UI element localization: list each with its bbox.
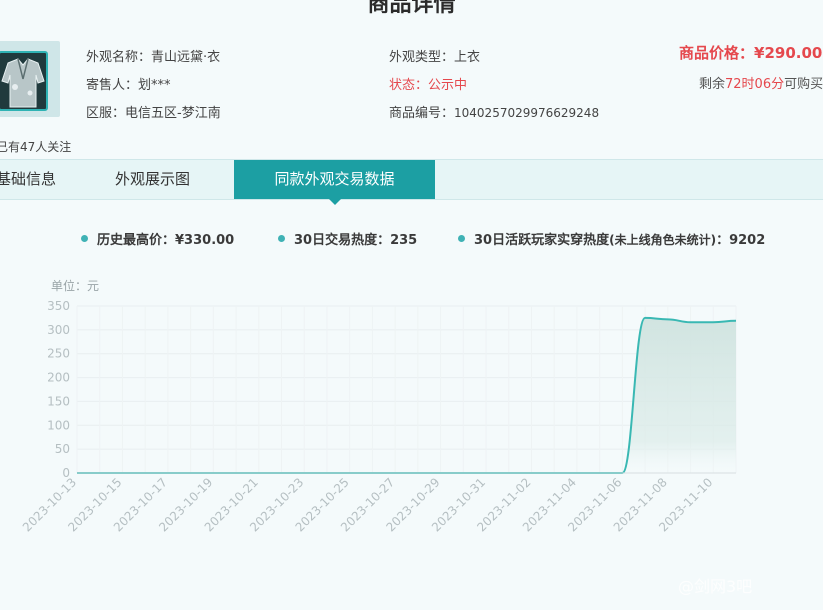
item-id: 商品编号：1040257029976629248 — [389, 102, 599, 121]
y-tick-label: 250 — [47, 347, 70, 361]
remain-prefix: 剩余 — [699, 77, 726, 92]
bullet-dot-icon — [81, 235, 88, 242]
watermark: @剑网3吧 — [678, 577, 753, 596]
stat-value: 9202 — [729, 233, 766, 248]
item-name: 外观名称：青山远黛·衣 — [86, 46, 220, 65]
remaining-time: 剩余72时06分可购买 — [699, 73, 823, 92]
item-server-label: 区服： — [86, 106, 126, 121]
stat-label: 历史最高价： — [97, 233, 176, 248]
tab-bar: 基础信息 外观展示图 同款外观交易数据 — [0, 159, 823, 205]
chart-axes: 0501001502002503003502023-10-132023-10-1… — [20, 299, 736, 534]
item-image — [0, 51, 48, 111]
item-id-label: 商品编号： — [389, 106, 455, 121]
item-status: 状态：公示中 — [389, 74, 467, 93]
tab-trade-data[interactable]: 同款外观交易数据 — [234, 160, 435, 205]
bullet-dot-icon — [278, 235, 285, 242]
chart-area — [77, 316, 737, 474]
y-tick-label: 300 — [47, 323, 70, 337]
item-type-label: 外观类型： — [389, 50, 455, 65]
stat-colon: ： — [716, 233, 730, 248]
item-status-label: 状态： — [389, 78, 429, 93]
follower-count: 已有47人关注 — [0, 140, 72, 154]
garment-icon — [1, 58, 45, 108]
stat-value: ¥330.00 — [175, 233, 235, 248]
item-server: 区服：电信五区-梦江南 — [86, 102, 221, 121]
stat-value: 235 — [390, 233, 418, 248]
stat-wear-heat: 30日活跃玩家实穿热度(未上线角色未统计)：9202 — [458, 229, 765, 248]
y-tick-label: 50 — [55, 442, 70, 456]
tab-basic-info[interactable]: 基础信息 — [0, 160, 56, 199]
stat-sub-label: (未上线角色未统计) — [609, 233, 717, 247]
remain-time-value: 72时06分 — [725, 77, 785, 92]
item-status-value: 公示中 — [428, 78, 468, 93]
item-seller-value: 划*** — [138, 78, 171, 93]
y-tick-label: 200 — [47, 371, 70, 385]
item-name-label: 外观名称： — [86, 50, 152, 65]
item-price-value: ¥290.00 — [754, 44, 823, 62]
tab-appearance-images[interactable]: 外观展示图 — [115, 160, 190, 199]
y-tick-label: 150 — [47, 394, 70, 408]
item-price: 商品价格：¥290.00 — [679, 42, 822, 63]
item-thumbnail — [0, 41, 60, 117]
bullet-dot-icon — [458, 235, 465, 242]
stat-label: 30日交易热度： — [294, 233, 391, 248]
item-server-value: 电信五区-梦江南 — [125, 106, 221, 121]
page-title: ◆ 商品详情 ◆ — [0, 0, 823, 17]
item-type: 外观类型：上衣 — [389, 46, 480, 65]
y-tick-label: 350 — [47, 299, 70, 313]
remain-suffix: 可购买 — [784, 77, 823, 92]
item-id-value: 1040257029976629248 — [454, 106, 600, 120]
y-tick-label: 100 — [47, 418, 70, 432]
item-type-value: 上衣 — [454, 50, 481, 65]
item-seller-label: 寄售人： — [86, 78, 139, 93]
price-history-chart: 0501001502002503003502023-10-132023-10-1… — [20, 299, 737, 534]
item-name-value: 青山远黛·衣 — [151, 50, 221, 65]
price-area-fill — [77, 317, 736, 473]
item-seller: 寄售人：划*** — [86, 74, 171, 93]
stat-trade-heat: 30日交易热度：235 — [278, 229, 417, 248]
stat-highest-price: 历史最高价：¥330.00 — [81, 229, 234, 248]
page-title-text: 商品详情 — [367, 0, 456, 17]
stat-label: 30日活跃玩家实穿热度 — [474, 233, 610, 248]
item-price-label: 商品价格： — [679, 44, 755, 62]
